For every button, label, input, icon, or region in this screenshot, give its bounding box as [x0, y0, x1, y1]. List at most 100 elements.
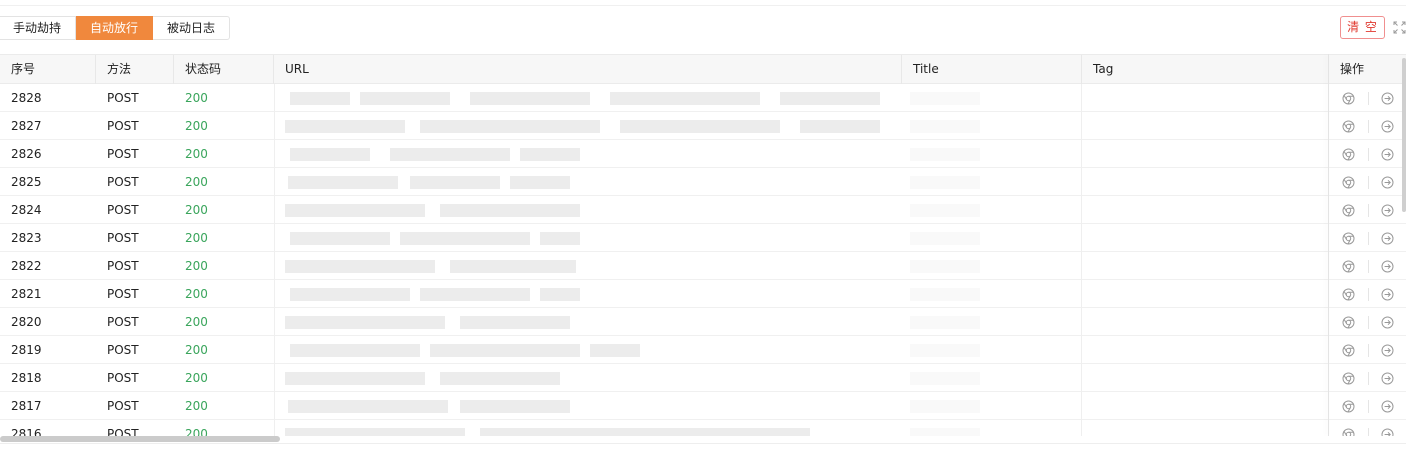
table-row[interactable]: 2817 POST 200 [0, 392, 1406, 420]
cell-status: 200 [185, 147, 208, 161]
action-separator [1368, 260, 1369, 273]
arrow-right-circle-icon[interactable] [1381, 372, 1394, 385]
action-separator [1368, 232, 1369, 245]
chrome-icon[interactable] [1342, 372, 1355, 385]
cell-method: POST [107, 175, 139, 189]
toolbar: 手动劫持 自动放行 被动日志 清 空 [0, 16, 1406, 40]
clear-button[interactable]: 清 空 [1340, 16, 1385, 39]
cell-status: 200 [185, 231, 208, 245]
redacted-title-text [910, 400, 980, 413]
table-row[interactable]: 2827 POST 200 [0, 112, 1406, 140]
redacted-title-text [910, 428, 980, 436]
table-row[interactable]: 2816 POST 200 [0, 420, 1406, 436]
table-row[interactable]: 2821 POST 200 [0, 280, 1406, 308]
table-row[interactable]: 2826 POST 200 [0, 140, 1406, 168]
chrome-icon[interactable] [1342, 204, 1355, 217]
chrome-icon[interactable] [1342, 176, 1355, 189]
horizontal-scrollbar[interactable] [0, 436, 280, 442]
chrome-icon[interactable] [1342, 232, 1355, 245]
arrow-right-circle-icon[interactable] [1381, 260, 1394, 273]
table-row[interactable]: 2824 POST 200 [0, 196, 1406, 224]
chrome-icon[interactable] [1342, 148, 1355, 161]
fixed-column-shadow [1328, 54, 1329, 436]
cell-method: POST [107, 203, 139, 217]
arrow-right-circle-icon[interactable] [1381, 288, 1394, 301]
tab-manual-hijack[interactable]: 手动劫持 [0, 16, 77, 40]
table-row[interactable]: 2822 POST 200 [0, 252, 1406, 280]
column-header-title[interactable]: Title [902, 55, 1082, 84]
cell-index: 2828 [11, 91, 42, 105]
cell-tag [1082, 196, 1329, 224]
redacted-url-text [510, 176, 570, 189]
column-header-method[interactable]: 方法 [96, 55, 174, 84]
cell-index: 2820 [11, 315, 42, 329]
redacted-url-text [440, 204, 580, 217]
vertical-scrollbar[interactable] [1402, 58, 1406, 212]
chrome-icon[interactable] [1342, 344, 1355, 357]
table-row[interactable]: 2828 POST 200 [0, 84, 1406, 112]
redacted-url-text [390, 148, 510, 161]
redacted-title-text [910, 316, 980, 329]
action-separator [1368, 316, 1369, 329]
chrome-icon[interactable] [1342, 120, 1355, 133]
redacted-url-text [420, 288, 530, 301]
arrow-right-circle-icon[interactable] [1381, 176, 1394, 189]
table-row[interactable]: 2818 POST 200 [0, 364, 1406, 392]
table-row[interactable]: 2825 POST 200 [0, 168, 1406, 196]
chrome-icon[interactable] [1342, 92, 1355, 105]
redacted-url-text [470, 92, 590, 105]
column-header-status[interactable]: 状态码 [174, 55, 274, 84]
chrome-icon[interactable] [1342, 260, 1355, 273]
chrome-icon[interactable] [1342, 400, 1355, 413]
arrow-right-circle-icon[interactable] [1381, 428, 1394, 436]
cell-method: POST [107, 147, 139, 161]
chrome-icon[interactable] [1342, 288, 1355, 301]
cell-index: 2823 [11, 231, 42, 245]
arrow-right-circle-icon[interactable] [1381, 204, 1394, 217]
chrome-icon[interactable] [1342, 316, 1355, 329]
redacted-url-text [290, 148, 370, 161]
arrow-right-circle-icon[interactable] [1381, 232, 1394, 245]
redacted-url-text [290, 232, 390, 245]
cell-status: 200 [185, 371, 208, 385]
redacted-title-text [910, 288, 980, 301]
redacted-title-text [910, 260, 980, 273]
chrome-icon[interactable] [1342, 428, 1355, 436]
arrow-right-circle-icon[interactable] [1381, 120, 1394, 133]
redacted-title-text [910, 92, 980, 105]
cell-status: 200 [185, 343, 208, 357]
column-header-actions: 操作 [1340, 62, 1365, 76]
arrow-right-circle-icon[interactable] [1381, 344, 1394, 357]
traffic-table: 序号 方法 状态码 URL Title Tag 操作 2828 POST 200… [0, 54, 1406, 436]
table-row[interactable]: 2819 POST 200 [0, 336, 1406, 364]
table-row[interactable]: 2823 POST 200 [0, 224, 1406, 252]
cell-index: 2816 [11, 427, 42, 436]
top-divider [0, 5, 1406, 6]
column-header-index[interactable]: 序号 [0, 55, 96, 84]
arrow-right-circle-icon[interactable] [1381, 316, 1394, 329]
expand-icon[interactable] [1393, 21, 1406, 34]
tab-passive-log[interactable]: 被动日志 [153, 16, 231, 40]
arrow-right-circle-icon[interactable] [1381, 92, 1394, 105]
redacted-url-text [285, 372, 425, 385]
redacted-url-text [400, 232, 530, 245]
action-separator [1368, 176, 1369, 189]
cell-method: POST [107, 427, 139, 436]
cell-tag [1082, 140, 1329, 168]
redacted-url-text [460, 400, 570, 413]
redacted-url-text [440, 372, 560, 385]
cell-status: 200 [185, 427, 208, 436]
cell-status: 200 [185, 91, 208, 105]
redacted-url-text [450, 260, 576, 273]
table-row[interactable]: 2820 POST 200 [0, 308, 1406, 336]
column-header-tag[interactable]: Tag [1082, 55, 1329, 84]
redacted-url-text [410, 176, 500, 189]
arrow-right-circle-icon[interactable] [1381, 400, 1394, 413]
redacted-url-text [620, 120, 780, 133]
cell-tag [1082, 420, 1329, 436]
tab-auto-release[interactable]: 自动放行 [76, 16, 154, 40]
arrow-right-circle-icon[interactable] [1381, 148, 1394, 161]
column-header-url[interactable]: URL [274, 55, 902, 84]
action-separator [1368, 288, 1369, 301]
redacted-url-text [420, 120, 600, 133]
